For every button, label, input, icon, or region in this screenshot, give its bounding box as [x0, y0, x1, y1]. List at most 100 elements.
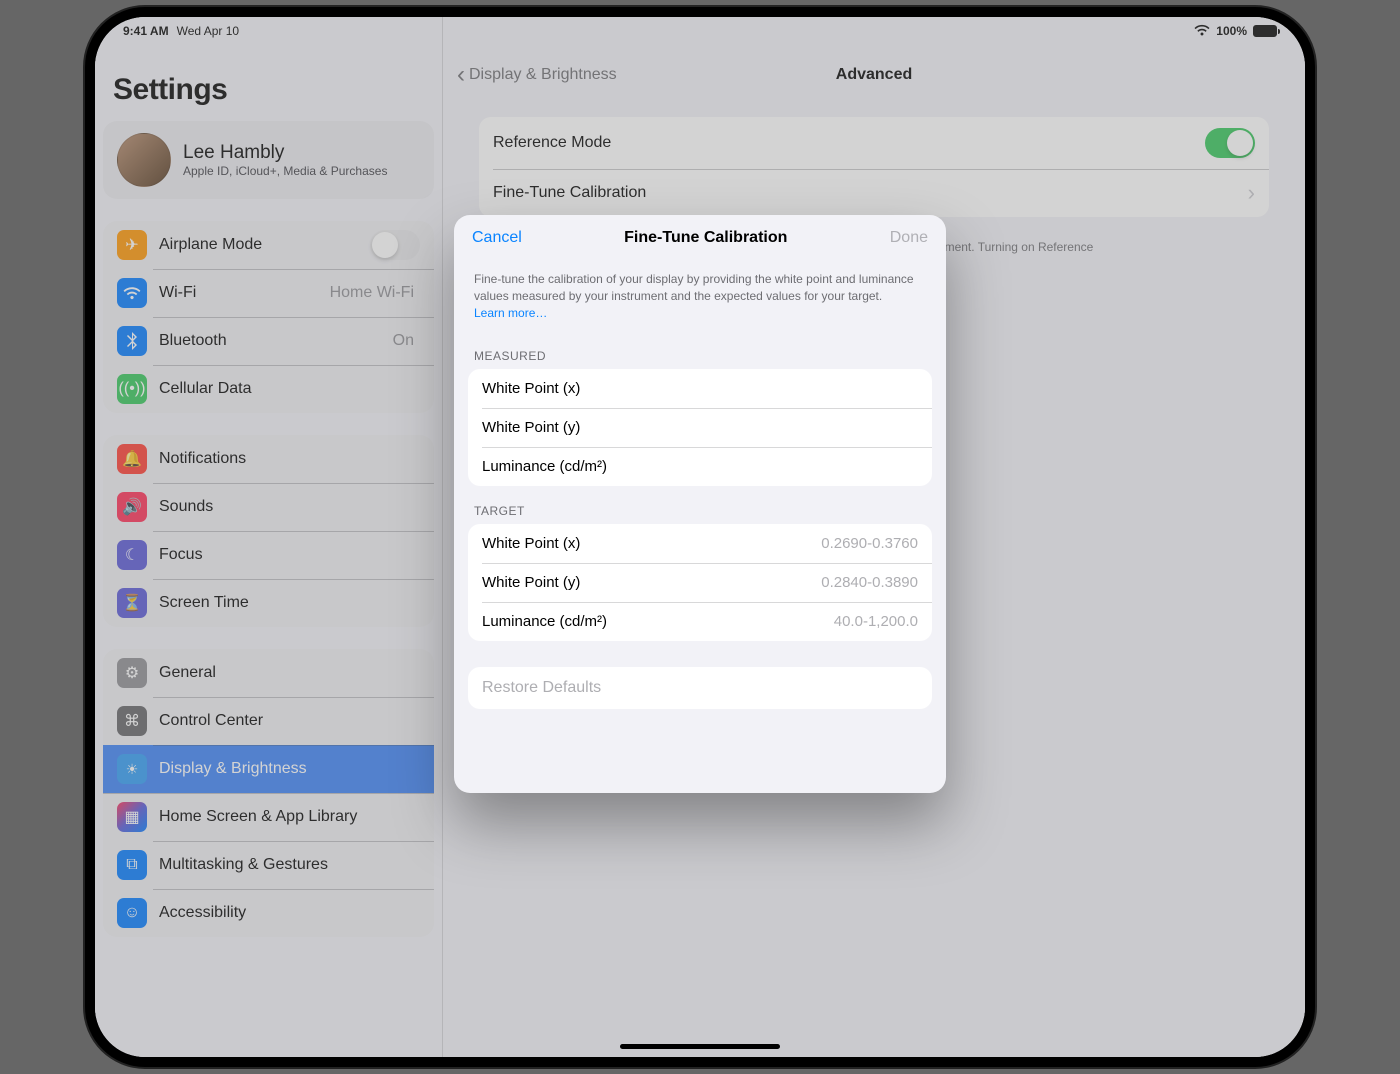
measured-wpx-label: White Point (x)	[482, 380, 918, 397]
avatar	[117, 133, 171, 187]
accessibility-label: Accessibility	[159, 904, 420, 922]
wifi-value: Home Wi-Fi	[330, 284, 414, 302]
measured-white-point-x-row[interactable]: White Point (x)	[468, 369, 932, 408]
battery-icon	[1253, 25, 1277, 37]
fine-tune-calibration-row[interactable]: Fine-Tune Calibration	[479, 169, 1269, 217]
display-brightness-label: Display & Brightness	[159, 760, 420, 778]
accessibility-icon: ☺︎	[117, 898, 147, 928]
wifi-icon	[1194, 24, 1210, 39]
sliders-icon: ⌘	[117, 706, 147, 736]
multitasking-label: Multitasking & Gestures	[159, 856, 420, 874]
fine-tune-calibration-sheet: Cancel Fine-Tune Calibration Done Fine-t…	[454, 215, 946, 793]
measured-wpy-label: White Point (y)	[482, 419, 918, 436]
speaker-icon: 🔊	[117, 492, 147, 522]
brightness-icon: ☀︎	[117, 754, 147, 784]
apple-id-row[interactable]: Lee Hambly Apple ID, iCloud+, Media & Pu…	[103, 121, 434, 199]
measured-header: MEASURED	[454, 331, 946, 369]
back-button[interactable]: ‹ Display & Brightness	[457, 61, 617, 89]
status-time: 9:41 AM	[123, 24, 169, 38]
home-screen-row[interactable]: ▦ Home Screen & App Library	[103, 793, 434, 841]
notifications-row[interactable]: 🔔 Notifications	[103, 435, 434, 483]
reference-mode-switch[interactable]	[1205, 128, 1255, 158]
sheet-header: Cancel Fine-Tune Calibration Done	[454, 215, 946, 261]
notifications-label: Notifications	[159, 450, 420, 468]
focus-label: Focus	[159, 546, 420, 564]
connectivity-group: ✈︎ Airplane Mode Wi-Fi Home Wi-Fi	[103, 221, 434, 413]
sheet-description-text: Fine-tune the calibration of your displa…	[474, 272, 914, 303]
target-white-point-y-row[interactable]: White Point (y) 0.2840-0.3890	[468, 563, 932, 602]
cellular-icon: ((•))	[117, 374, 147, 404]
target-lum-value: 40.0-1,200.0	[834, 613, 918, 630]
focus-row[interactable]: ☾ Focus	[103, 531, 434, 579]
wifi-label: Wi-Fi	[159, 284, 330, 302]
bluetooth-label: Bluetooth	[159, 332, 393, 350]
screen-time-label: Screen Time	[159, 594, 420, 612]
device-frame: 9:41 AM Wed Apr 10 100% Settings	[85, 7, 1315, 1067]
hourglass-icon: ⏳	[117, 588, 147, 618]
general-label: General	[159, 664, 420, 682]
measured-white-point-y-row[interactable]: White Point (y)	[468, 408, 932, 447]
measured-lum-label: Luminance (cd/m²)	[482, 458, 918, 475]
nav-header: ‹ Display & Brightness Advanced	[443, 49, 1305, 101]
home-screen-label: Home Screen & App Library	[159, 808, 420, 826]
profile-name: Lee Hambly	[183, 142, 387, 164]
multitasking-icon: ⧉	[117, 850, 147, 880]
page-title: Settings	[95, 73, 442, 121]
home-indicator[interactable]	[620, 1044, 780, 1049]
measured-group: White Point (x) White Point (y) Luminanc…	[468, 369, 932, 486]
bell-icon: 🔔	[117, 444, 147, 474]
wifi-row-icon	[117, 278, 147, 308]
target-group: White Point (x) 0.2690-0.3760 White Poin…	[468, 524, 932, 641]
done-button[interactable]: Done	[890, 229, 928, 247]
device-screen: 9:41 AM Wed Apr 10 100% Settings	[95, 17, 1305, 1057]
back-label: Display & Brightness	[469, 66, 617, 84]
reference-mode-label: Reference Mode	[493, 134, 1205, 152]
nav-title: Advanced	[836, 66, 912, 84]
profile-group: Lee Hambly Apple ID, iCloud+, Media & Pu…	[103, 121, 434, 199]
bluetooth-row[interactable]: Bluetooth On	[103, 317, 434, 365]
target-wpy-value: 0.2840-0.3890	[821, 574, 918, 591]
sounds-row[interactable]: 🔊 Sounds	[103, 483, 434, 531]
status-battery-percent: 100%	[1216, 24, 1247, 38]
apps-icon: ▦	[117, 802, 147, 832]
status-date: Wed Apr 10	[177, 24, 239, 38]
cellular-data-row[interactable]: ((•)) Cellular Data	[103, 365, 434, 413]
target-header: TARGET	[454, 486, 946, 524]
restore-defaults-button[interactable]: Restore Defaults	[468, 667, 932, 709]
general-group: ⚙︎ General ⌘ Control Center ☀︎ Display &…	[103, 649, 434, 937]
sheet-title: Fine-Tune Calibration	[624, 229, 787, 247]
moon-icon: ☾	[117, 540, 147, 570]
airplane-mode-switch[interactable]	[370, 230, 420, 260]
cancel-button[interactable]: Cancel	[472, 229, 522, 247]
profile-subtitle: Apple ID, iCloud+, Media & Purchases	[183, 164, 387, 178]
target-wpx-value: 0.2690-0.3760	[821, 535, 918, 552]
gear-icon: ⚙︎	[117, 658, 147, 688]
status-bar: 9:41 AM Wed Apr 10 100%	[95, 17, 1305, 41]
target-white-point-x-row[interactable]: White Point (x) 0.2690-0.3760	[468, 524, 932, 563]
sheet-description: Fine-tune the calibration of your displa…	[454, 261, 946, 331]
display-brightness-row[interactable]: ☀︎ Display & Brightness	[103, 745, 434, 793]
control-center-row[interactable]: ⌘ Control Center	[103, 697, 434, 745]
measured-luminance-row[interactable]: Luminance (cd/m²)	[468, 447, 932, 486]
airplane-icon: ✈︎	[117, 230, 147, 260]
sidebar: Settings Lee Hambly Apple ID, iCloud+, M…	[95, 17, 443, 1057]
airplane-mode-label: Airplane Mode	[159, 236, 370, 254]
target-wpy-label: White Point (y)	[482, 574, 821, 591]
target-lum-label: Luminance (cd/m²)	[482, 613, 834, 630]
bluetooth-icon	[117, 326, 147, 356]
chevron-left-icon: ‹	[457, 61, 465, 89]
target-luminance-row[interactable]: Luminance (cd/m²) 40.0-1,200.0	[468, 602, 932, 641]
accessibility-row[interactable]: ☺︎ Accessibility	[103, 889, 434, 937]
cellular-label: Cellular Data	[159, 380, 420, 398]
restore-defaults-group: Restore Defaults	[468, 667, 932, 709]
reference-mode-group: Reference Mode Fine-Tune Calibration	[479, 117, 1269, 217]
wifi-row[interactable]: Wi-Fi Home Wi-Fi	[103, 269, 434, 317]
learn-more-link[interactable]: Learn more…	[474, 306, 547, 320]
multitasking-row[interactable]: ⧉ Multitasking & Gestures	[103, 841, 434, 889]
general-row[interactable]: ⚙︎ General	[103, 649, 434, 697]
sounds-label: Sounds	[159, 498, 420, 516]
control-center-label: Control Center	[159, 712, 420, 730]
reference-mode-row[interactable]: Reference Mode	[479, 117, 1269, 169]
screen-time-row[interactable]: ⏳ Screen Time	[103, 579, 434, 627]
airplane-mode-row[interactable]: ✈︎ Airplane Mode	[103, 221, 434, 269]
